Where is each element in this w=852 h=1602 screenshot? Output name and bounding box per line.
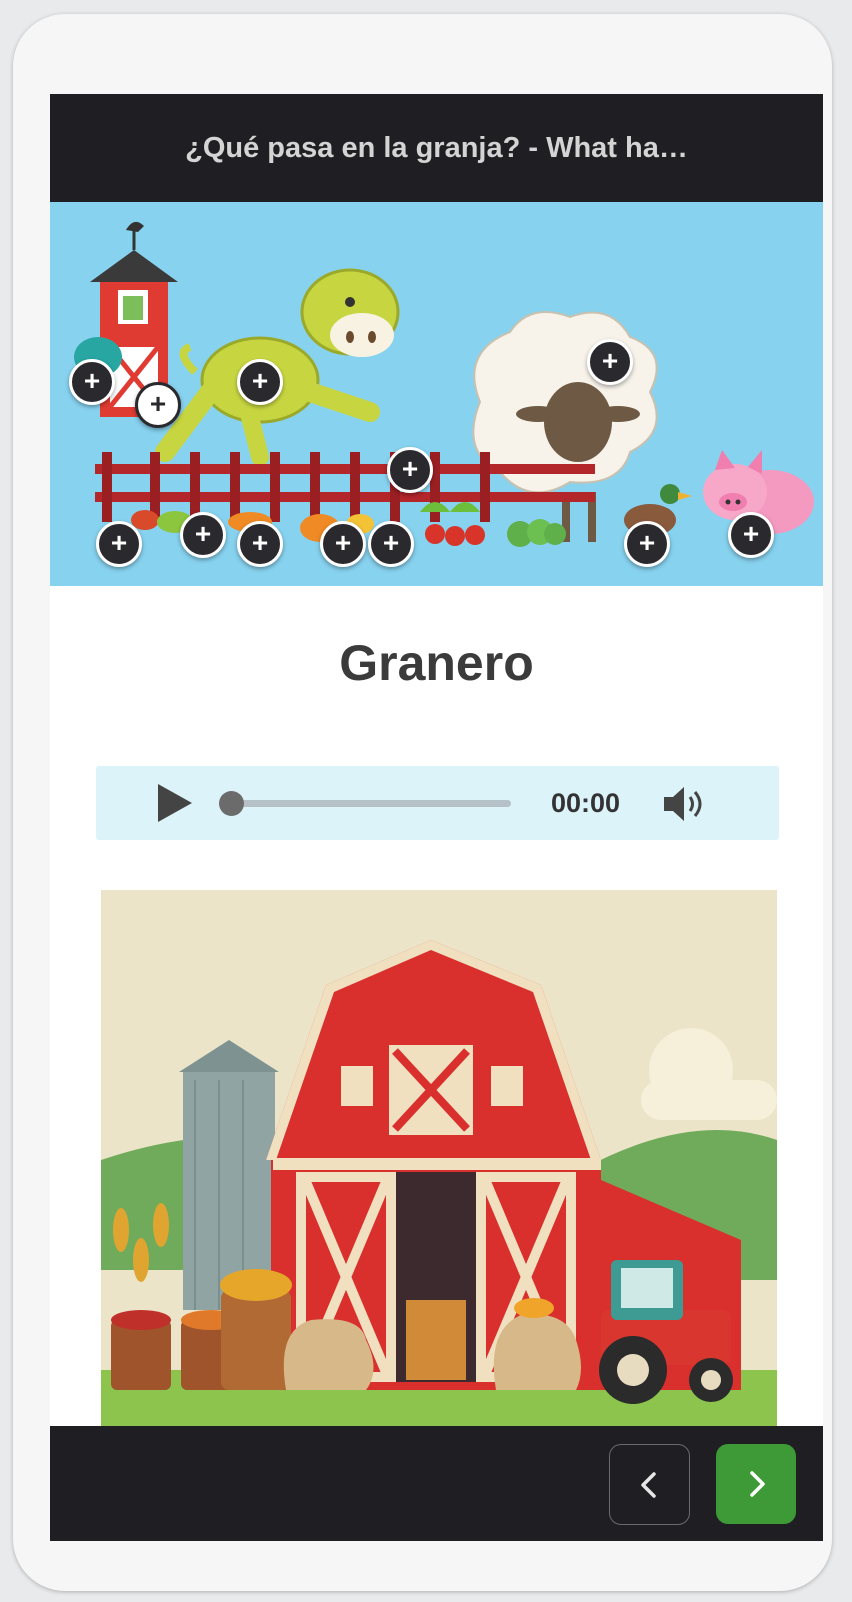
hotspot-vegetable-1[interactable]: +	[96, 521, 142, 567]
barn-picture	[101, 890, 777, 1430]
app-screen: ¿Qué pasa en la granja? - What ha… + + +…	[50, 94, 823, 1541]
hotspot-pig[interactable]: +	[728, 512, 774, 558]
device-frame: ¿Qué pasa en la granja? - What ha… + + +…	[13, 14, 832, 1591]
barn-illustration	[101, 890, 777, 1430]
audio-progress-thumb[interactable]	[219, 791, 244, 816]
audio-time: 00:00	[551, 788, 621, 818]
play-icon[interactable]	[158, 784, 192, 822]
bottom-bar	[50, 1426, 823, 1541]
hotspot-vegetable-5[interactable]: +	[368, 521, 414, 567]
farm-scene: + + + + + + + + + + + +	[50, 202, 823, 586]
audio-player: 00:00	[96, 766, 779, 840]
hotspot-vegetable-2[interactable]: +	[180, 512, 226, 558]
header-bar: ¿Qué pasa en la granja? - What ha…	[50, 94, 823, 202]
next-button[interactable]	[716, 1444, 796, 1524]
previous-button[interactable]	[609, 1444, 690, 1525]
chevron-right-icon	[750, 1471, 765, 1497]
hotspot-vegetable-4[interactable]: +	[320, 521, 366, 567]
sheep	[472, 311, 658, 542]
hotspot-sheep[interactable]: +	[587, 339, 633, 385]
hotspot-duck[interactable]: +	[624, 521, 670, 567]
page-title: Granero	[339, 635, 534, 691]
cow	[155, 268, 400, 466]
hotspot-barn-door[interactable]: +	[135, 382, 181, 428]
hotspot-fence[interactable]: +	[387, 447, 433, 493]
chevron-left-icon	[640, 1471, 656, 1498]
header-title: ¿Qué pasa en la granja? - What ha…	[185, 131, 688, 164]
hotspot-cow[interactable]: +	[237, 359, 283, 405]
hotspot-vegetable-3[interactable]: +	[237, 521, 283, 567]
audio-progress-track[interactable]	[228, 800, 511, 807]
hotspot-barn[interactable]: +	[69, 359, 115, 405]
volume-icon[interactable]	[662, 784, 708, 824]
